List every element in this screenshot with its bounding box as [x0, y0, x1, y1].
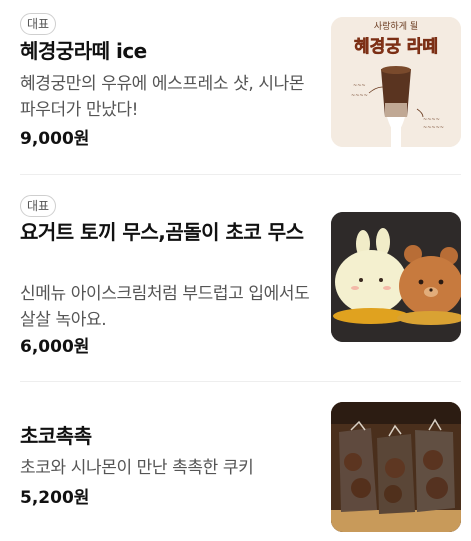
menu-item-hyegyeonggung-latte[interactable]: 대표 혜경궁라떼 ice 혜경궁만의 우유에 에스프레소 샷, 시나몬 파우더가… — [0, 0, 471, 174]
signature-badge: 대표 — [20, 13, 57, 35]
menu-item-title: 요거트 토끼 무스,곰돌이 초코 무스 — [20, 220, 304, 244]
menu-item-description: 신메뉴 아이스크림처럼 부드럽고 입에서도 살살 녹아요. — [20, 284, 310, 330]
menu-item-title: 초코촉촉 — [20, 424, 92, 448]
photo-caption-top: 사랑하게 될 — [374, 20, 418, 32]
menu-item-yogurt-bunny-bear-mousse[interactable]: 대표 요거트 토끼 무스,곰돌이 초코 무스 신메뉴 아이스크림처럼 부드럽고 … — [0, 175, 471, 381]
menu-item-price: 5,200원 — [20, 488, 90, 508]
menu-item-choco-chokchok[interactable]: 초코촉촉 초코와 시나몬이 만난 촉촉한 쿠키 5,200원 — [0, 382, 471, 541]
svg-text:~~~~~: ~~~~~ — [423, 125, 444, 131]
menu-item-description: 초코와 시나몬이 만난 촉촉한 쿠키 — [20, 458, 254, 478]
latte-photo-illustration: 사랑하게 될 혜경궁 라떼 ~~~ ~~~~ ~~~~ ~~~~~ — [331, 17, 461, 147]
menu-item-price: 9,000원 — [20, 129, 90, 149]
svg-text:~~~: ~~~ — [353, 83, 366, 89]
mousse-photo-illustration — [331, 212, 461, 342]
menu-item-photo-latte[interactable]: 사랑하게 될 혜경궁 라떼 ~~~ ~~~~ ~~~~ ~~~~~ — [331, 17, 461, 147]
cookies-photo-illustration — [331, 402, 461, 532]
menu-item-title: 혜경궁라떼 ice — [20, 39, 147, 63]
menu-item-price: 6,000원 — [20, 337, 90, 357]
menu-item-photo-cookies[interactable] — [331, 402, 461, 532]
svg-text:~~~~: ~~~~ — [351, 93, 368, 99]
menu-item-photo-mousse[interactable] — [331, 212, 461, 342]
menu-item-description: 혜경궁만의 우유에 에스프레소 샷, 시나몬 파우더가 만났다! — [20, 74, 305, 120]
photo-caption-main: 혜경궁 라떼 — [354, 37, 438, 57]
signature-badge: 대표 — [20, 195, 57, 217]
svg-text:~~~~: ~~~~ — [423, 117, 440, 123]
